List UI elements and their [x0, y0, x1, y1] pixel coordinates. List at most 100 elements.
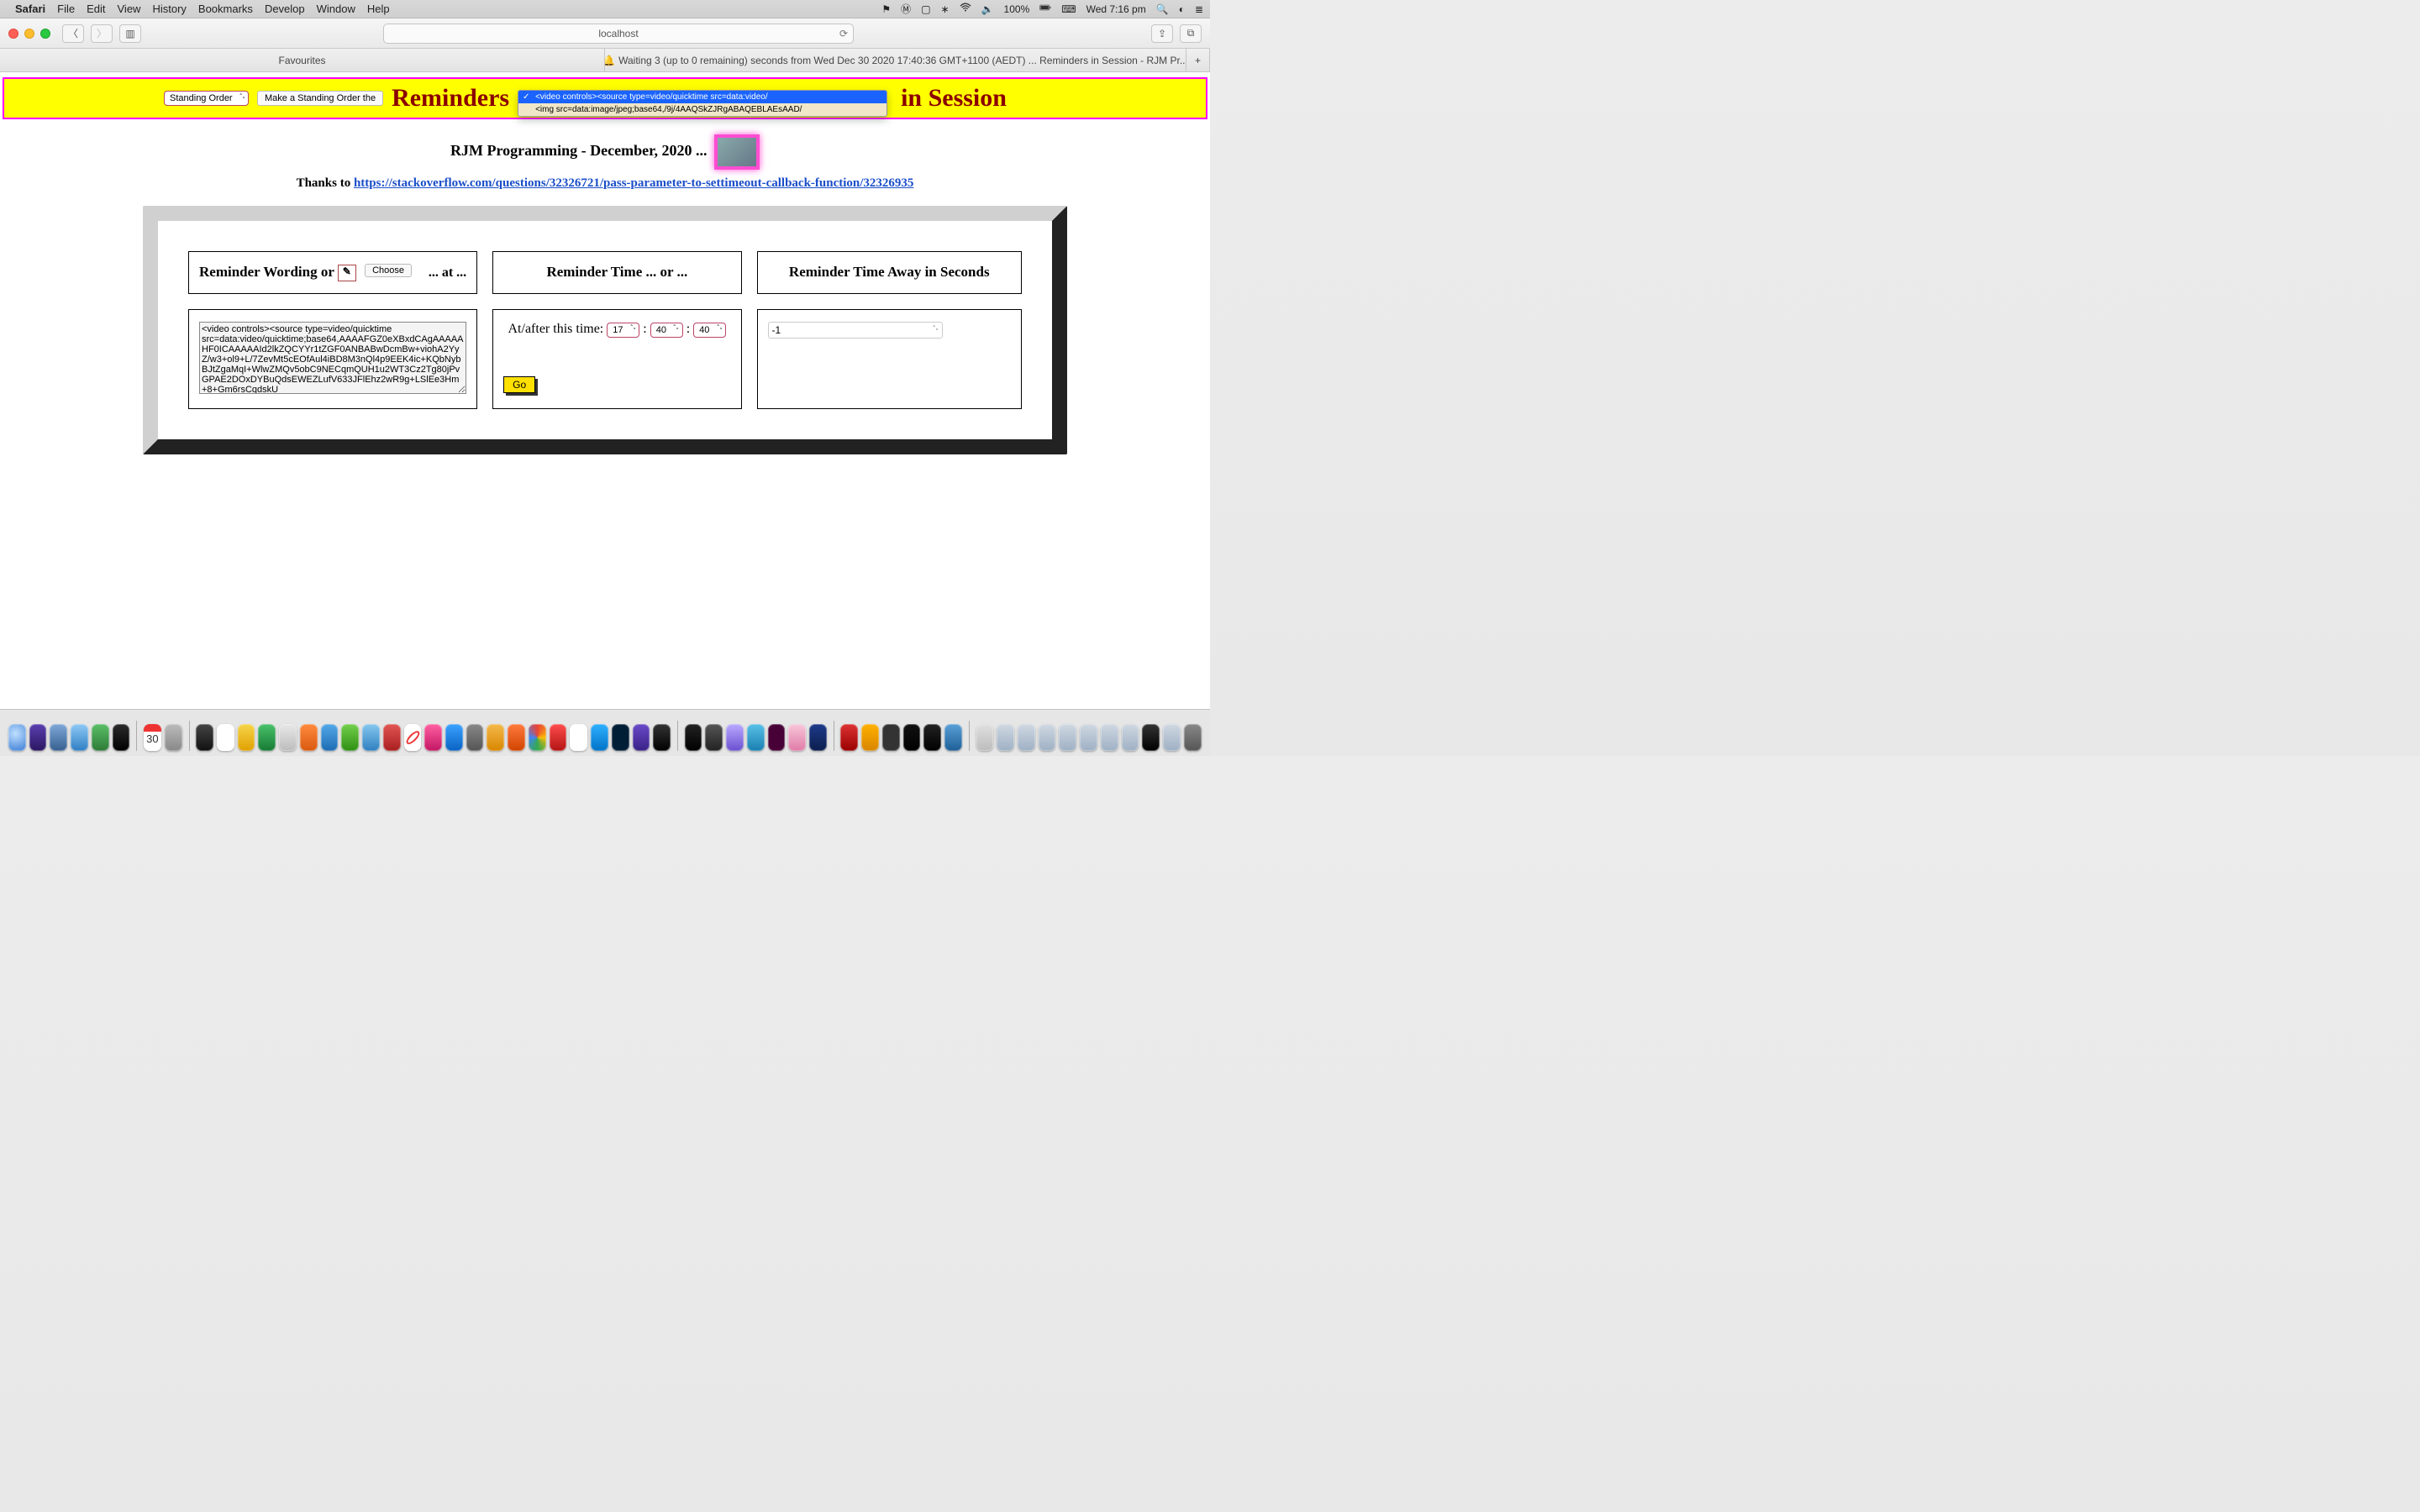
menubar-bookmarks[interactable]: Bookmarks — [198, 3, 253, 15]
dock-app-icon[interactable] — [321, 724, 339, 751]
address-bar[interactable]: localhost ⟳ — [383, 24, 854, 44]
menubar-clock[interactable]: Wed 7:16 pm — [1086, 3, 1146, 15]
share-button[interactable]: ⇪ — [1151, 24, 1173, 43]
menubar-file[interactable]: File — [57, 3, 75, 15]
dock-app-icon[interactable] — [591, 724, 608, 751]
dock-xd-icon[interactable] — [768, 724, 786, 751]
dock-app-icon[interactable] — [923, 724, 941, 751]
airplay-icon[interactable]: ▢ — [921, 3, 930, 15]
media-option-img[interactable]: <img src=data:image/jpeg;base64,/9j/4AAQ… — [518, 103, 886, 116]
media-option-video[interactable]: <video controls><source type=video/quick… — [518, 91, 886, 103]
dock-calendar-icon[interactable]: 30 — [144, 724, 161, 751]
dock-window-icon[interactable] — [1122, 724, 1139, 751]
dock-app-icon[interactable] — [29, 724, 47, 751]
dock-app-icon[interactable] — [653, 724, 671, 751]
dock-app-icon[interactable] — [487, 724, 504, 751]
dock-window-icon[interactable] — [1142, 724, 1160, 751]
dock-window-icon[interactable] — [1080, 724, 1097, 751]
dock-app-icon[interactable] — [383, 724, 401, 751]
go-button[interactable]: Go — [503, 376, 535, 393]
menubar-view[interactable]: View — [118, 3, 141, 15]
dock-app-icon[interactable] — [903, 724, 921, 751]
dock-window-icon[interactable] — [1101, 724, 1118, 751]
choose-file-button[interactable]: Choose — [365, 264, 412, 277]
volume-icon[interactable]: 🔈 — [981, 3, 994, 15]
reload-icon[interactable]: ⟳ — [839, 28, 848, 39]
close-window-button[interactable] — [8, 29, 18, 39]
standing-order-select[interactable]: Standing Order — [164, 91, 249, 106]
dock-app-icon[interactable] — [445, 724, 463, 751]
dock-app-icon[interactable] — [809, 724, 827, 751]
seconds-away-input[interactable] — [768, 322, 943, 339]
dock-app-icon[interactable] — [113, 724, 130, 751]
minimize-window-button[interactable] — [24, 29, 34, 39]
back-button[interactable]: 〈 — [62, 24, 84, 43]
dock-firefox-icon[interactable] — [508, 724, 525, 751]
thanks-link[interactable]: https://stackoverflow.com/questions/3232… — [354, 176, 913, 190]
menubar-edit[interactable]: Edit — [87, 3, 105, 15]
bluetooth-icon[interactable]: ∗ — [941, 3, 950, 15]
dock-finder-icon[interactable] — [8, 724, 26, 751]
dock-app-icon[interactable] — [570, 724, 587, 751]
dock-app-icon[interactable] — [861, 724, 879, 751]
dock-app-icon[interactable] — [404, 724, 422, 751]
dock-app-icon[interactable] — [726, 724, 744, 751]
menubar-help[interactable]: Help — [367, 3, 390, 15]
dock-app-icon[interactable] — [279, 724, 297, 751]
dock-app-icon[interactable] — [300, 724, 318, 751]
dock-app-icon[interactable] — [258, 724, 276, 751]
dock-app-icon[interactable] — [633, 724, 650, 751]
dock-window-icon[interactable] — [997, 724, 1014, 751]
video-thumbnail[interactable] — [714, 134, 760, 170]
dock-app-icon[interactable] — [165, 724, 182, 751]
dock-window-icon[interactable] — [1059, 724, 1076, 751]
dock-app-icon[interactable] — [92, 724, 109, 751]
dock-app-icon[interactable] — [550, 724, 567, 751]
dock-window-icon[interactable] — [1018, 724, 1035, 751]
make-standing-order-button[interactable]: Make a Standing Order the — [257, 91, 383, 106]
dock-app-icon[interactable] — [747, 724, 765, 751]
dock-app-icon[interactable] — [71, 724, 88, 751]
dock-terminal-icon[interactable] — [685, 724, 702, 751]
input-source-icon[interactable]: ⌨︎ — [1061, 3, 1076, 15]
menubar-app[interactable]: Safari — [15, 3, 45, 15]
new-tab-button[interactable]: + — [1186, 49, 1210, 71]
hour-select[interactable]: 17 — [607, 323, 639, 338]
second-select[interactable]: 40 — [693, 323, 726, 338]
dock-app-icon[interactable] — [788, 724, 806, 751]
tab-reminders[interactable]: 🔔 Waiting 3 (up to 0 remaining) seconds … — [605, 49, 1186, 71]
dock-app-icon[interactable] — [50, 724, 67, 751]
battery-icon[interactable] — [1039, 2, 1051, 16]
dock-trash-icon[interactable] — [1184, 724, 1202, 751]
dock-app-icon[interactable] — [238, 724, 255, 751]
tab-favourites[interactable]: Favourites — [0, 49, 605, 71]
dock-app-icon[interactable] — [341, 724, 359, 751]
siri-icon[interactable]: ◐ — [1179, 3, 1185, 15]
dock-app-icon[interactable] — [196, 724, 213, 751]
dock-app-icon[interactable] — [705, 724, 723, 751]
dock-filezilla-icon[interactable] — [840, 724, 858, 751]
forward-button[interactable]: 〉 — [91, 24, 113, 43]
dock-app-icon[interactable] — [217, 724, 234, 751]
menubar-history[interactable]: History — [152, 3, 186, 15]
zoom-window-button[interactable] — [40, 29, 50, 39]
dock-app-icon[interactable] — [882, 724, 900, 751]
menubar-develop[interactable]: Develop — [265, 3, 305, 15]
spotlight-icon[interactable]: 🔍 — [1156, 3, 1169, 15]
dock-app-icon[interactable] — [466, 724, 484, 751]
standing-order-select-wrap[interactable]: Standing Order — [164, 91, 249, 106]
wifi-icon[interactable] — [960, 2, 971, 16]
dock-chrome-icon[interactable] — [529, 724, 546, 751]
notifications-icon[interactable]: ≣ — [1195, 3, 1203, 15]
dock-app-icon[interactable] — [424, 724, 442, 751]
status-app1-icon[interactable]: ⚑ — [881, 3, 891, 15]
tabs-overview-button[interactable]: ⧉ — [1180, 24, 1202, 43]
minute-select[interactable]: 40 — [650, 323, 683, 338]
dock-app-icon[interactable] — [944, 724, 962, 751]
reminder-wording-textarea[interactable]: <video controls><source type=video/quick… — [199, 322, 466, 394]
status-app2-icon[interactable]: Ⓜ — [901, 2, 911, 16]
dock-app-icon[interactable] — [362, 724, 380, 751]
menubar-window[interactable]: Window — [317, 3, 355, 15]
dock-window-icon[interactable] — [976, 724, 994, 751]
emoji-picker-button[interactable]: ✎ — [338, 265, 356, 281]
